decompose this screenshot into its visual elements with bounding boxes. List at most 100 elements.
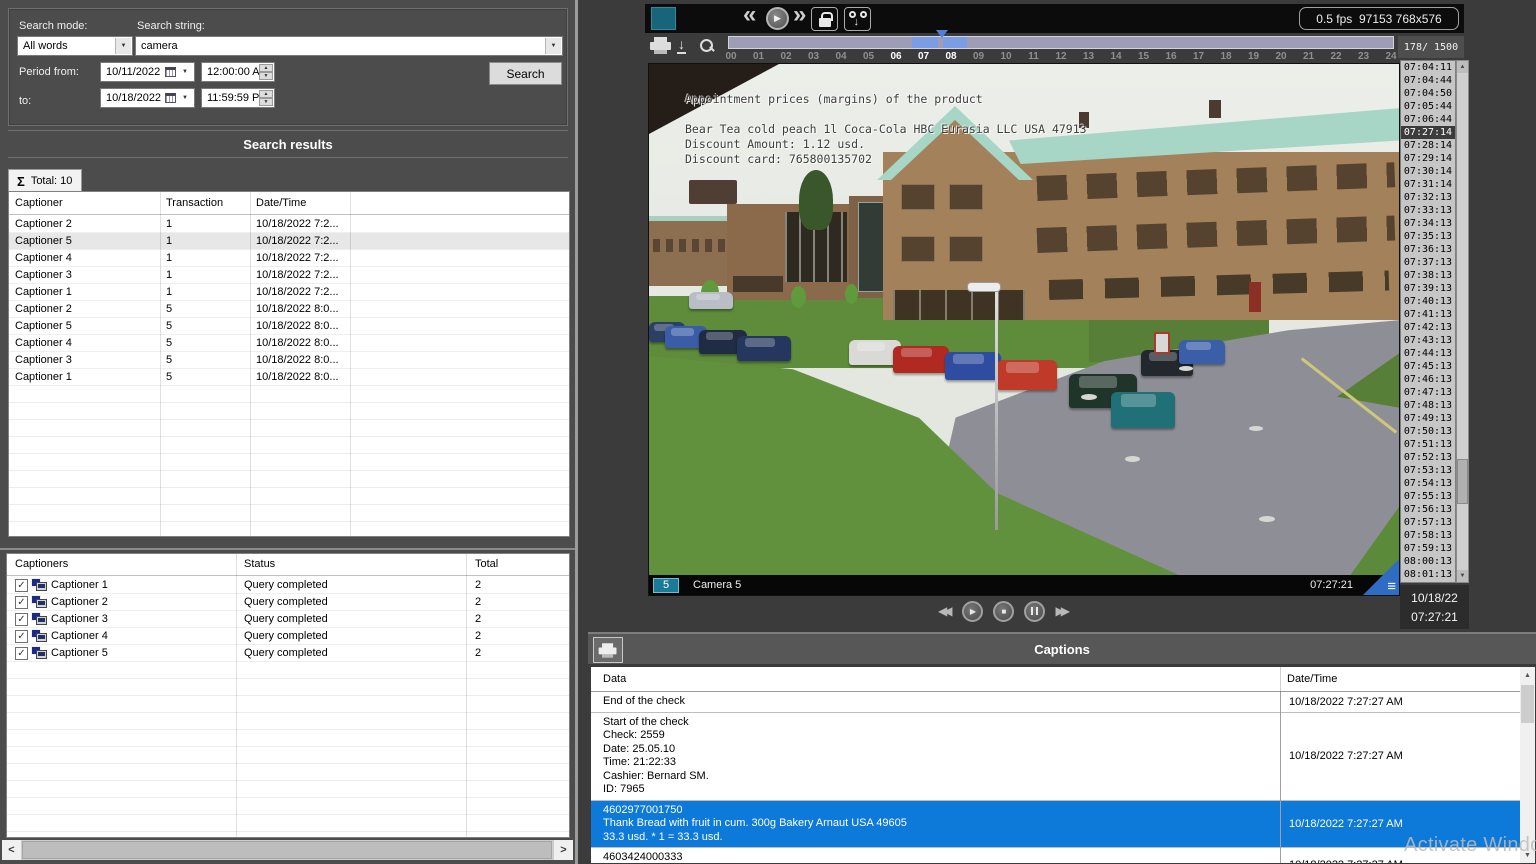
chevron-down-icon[interactable]: ▼ (177, 90, 193, 106)
search-string-input[interactable]: camera ▼ (135, 36, 563, 56)
timestamp-item[interactable]: 07:42:13 (1401, 321, 1455, 334)
scroll-up-icon[interactable]: ▲ (1520, 667, 1535, 683)
hour-label[interactable]: 06 (887, 51, 905, 62)
caption-row[interactable]: 4602977001750 Thank Bread with fruit in … (591, 801, 1522, 849)
timestamp-item[interactable]: 07:04:50 (1401, 87, 1455, 100)
menu-icon[interactable]: ≡ (1387, 578, 1396, 595)
captioner-row[interactable]: ✓ Captioner 5 Query completed 2 (7, 645, 569, 662)
lock-button[interactable] (811, 7, 838, 31)
result-row[interactable]: Captioner 4 1 10/18/2022 7:2... (9, 250, 569, 267)
column-header-datetime[interactable]: Date/Time (1287, 673, 1337, 685)
timestamp-item[interactable]: 07:31:14 (1401, 178, 1455, 191)
timestamp-item[interactable]: 08:01:13 (1401, 568, 1455, 581)
chevron-down-icon[interactable]: ▼ (177, 64, 193, 80)
search-button[interactable]: Search (489, 62, 562, 85)
chevron-down-icon[interactable]: ▼ (545, 38, 561, 54)
hour-label[interactable]: 16 (1162, 51, 1180, 62)
timestamp-item[interactable]: 07:41:13 (1401, 308, 1455, 321)
timestamp-item[interactable]: 07:54:13 (1401, 477, 1455, 490)
rewind-icon[interactable]: « (743, 1, 756, 29)
zoom-icon[interactable] (699, 38, 715, 54)
timestamp-item[interactable]: 07:47:13 (1401, 386, 1455, 399)
step-forward-icon[interactable]: ▶▶ (1055, 604, 1069, 618)
timestamp-item[interactable]: 07:49:13 (1401, 412, 1455, 425)
timestamp-item[interactable]: 07:57:13 (1401, 516, 1455, 529)
timestamp-item[interactable]: 07:37:13 (1401, 256, 1455, 269)
column-header-total[interactable]: Total (475, 558, 498, 570)
timestamp-item[interactable]: 07:58:13 (1401, 529, 1455, 542)
step-backward-icon[interactable]: ◀◀ (938, 604, 952, 618)
caption-row[interactable]: Start of the check Check: 2559 Date: 25.… (591, 713, 1522, 801)
result-row[interactable]: Captioner 5 1 10/18/2022 7:2... (9, 233, 569, 250)
hour-label[interactable]: 02 (777, 51, 795, 62)
play-button[interactable]: ▶ (962, 601, 983, 622)
timestamp-item[interactable]: 07:44:13 (1401, 347, 1455, 360)
scrollbar-thumb[interactable] (1457, 459, 1468, 504)
hour-label[interactable]: 09 (970, 51, 988, 62)
date-from-field[interactable]: 10/11/2022 ▼ (100, 62, 195, 82)
hour-label[interactable]: 07 (915, 51, 933, 62)
timestamp-item[interactable]: 07:55:13 (1401, 490, 1455, 503)
checkbox-checked[interactable]: ✓ (15, 596, 28, 609)
hour-label[interactable]: 11 (1025, 51, 1043, 62)
play-button[interactable]: ▶ (766, 7, 789, 30)
timestamp-item[interactable]: 07:53:13 (1401, 464, 1455, 477)
timestamp-item[interactable]: 07:50:13 (1401, 425, 1455, 438)
caption-row[interactable]: End of the check 10/18/2022 7:27:27 AM (591, 692, 1522, 713)
timeline-recording-segment[interactable] (943, 37, 967, 48)
hour-label[interactable]: 00 (722, 51, 740, 62)
timestamp-item[interactable]: 07:45:13 (1401, 360, 1455, 373)
timestamp-item[interactable]: 07:51:13 (1401, 438, 1455, 451)
stop-button[interactable]: ■ (993, 601, 1014, 622)
scrollbar-thumb[interactable] (1521, 685, 1534, 723)
timeline-track[interactable] (728, 36, 1394, 49)
column-header-transaction[interactable]: Transaction (166, 197, 223, 209)
result-row[interactable]: Captioner 1 1 10/18/2022 7:2... (9, 284, 569, 301)
checkbox-checked[interactable]: ✓ (15, 647, 28, 660)
horizontal-scrollbar[interactable]: < > (2, 840, 573, 860)
timestamp-item[interactable]: 07:33:13 (1401, 204, 1455, 217)
checkbox-checked[interactable]: ✓ (15, 630, 28, 643)
hour-label[interactable]: 23 (1355, 51, 1373, 62)
column-header-datetime[interactable]: Date/Time (256, 197, 306, 209)
caption-row[interactable]: 4603424000333 Ice Cream Sugar tube creme… (591, 848, 1522, 864)
hour-label[interactable]: 10 (997, 51, 1015, 62)
result-row[interactable]: Captioner 3 1 10/18/2022 7:2... (9, 267, 569, 284)
spinner-down-icon[interactable]: ▼ (259, 72, 273, 80)
hour-label[interactable]: 04 (832, 51, 850, 62)
timestamp-item[interactable]: 07:38:13 (1401, 269, 1455, 282)
time-spinner[interactable]: ▲ ▼ (259, 90, 273, 106)
timestamp-item[interactable]: 07:04:11 (1401, 61, 1455, 74)
timestamp-item[interactable]: 07:40:13 (1401, 295, 1455, 308)
hour-label[interactable]: 21 (1300, 51, 1318, 62)
hour-label[interactable]: 17 (1190, 51, 1208, 62)
column-header-status[interactable]: Status (244, 558, 275, 570)
timestamp-item[interactable]: 07:06:44 (1401, 113, 1455, 126)
scroll-down-icon[interactable]: ▼ (1457, 570, 1468, 582)
checkbox-checked[interactable]: ✓ (15, 579, 28, 592)
timestamp-item[interactable]: 07:32:13 (1401, 191, 1455, 204)
timestamp-item[interactable]: 07:04:44 (1401, 74, 1455, 87)
hour-label[interactable]: 03 (805, 51, 823, 62)
column-header-captioners[interactable]: Captioners (15, 558, 68, 570)
checkbox-checked[interactable]: ✓ (15, 613, 28, 626)
result-row[interactable]: Captioner 3 5 10/18/2022 8:0... (9, 352, 569, 369)
hour-label[interactable]: 05 (860, 51, 878, 62)
hour-label[interactable]: 20 (1272, 51, 1290, 62)
timestamp-item[interactable]: 07:28:14 (1401, 139, 1455, 152)
hour-label[interactable]: 19 (1245, 51, 1263, 62)
spinner-up-icon[interactable]: ▲ (259, 90, 273, 98)
export-video-button[interactable]: ↓ (844, 7, 871, 31)
spinner-down-icon[interactable]: ▼ (259, 98, 273, 106)
stream-indicator[interactable] (651, 7, 676, 30)
timestamp-item[interactable]: 07:39:13 (1401, 282, 1455, 295)
timestamp-item[interactable]: 07:30:14 (1401, 165, 1455, 178)
timestamp-item[interactable]: 07:36:13 (1401, 243, 1455, 256)
frame-timestamp-list[interactable]: 07:04:1107:04:4407:04:5007:05:4407:06:44… (1400, 60, 1456, 583)
save-snapshot-icon[interactable]: ↓ (677, 37, 686, 54)
scroll-up-icon[interactable]: ▲ (1457, 61, 1468, 73)
captioner-row[interactable]: ✓ Captioner 3 Query completed 2 (7, 611, 569, 628)
date-to-field[interactable]: 10/18/2022 ▼ (100, 88, 195, 108)
hour-label[interactable]: 13 (1080, 51, 1098, 62)
timestamp-item[interactable]: 07:43:13 (1401, 334, 1455, 347)
